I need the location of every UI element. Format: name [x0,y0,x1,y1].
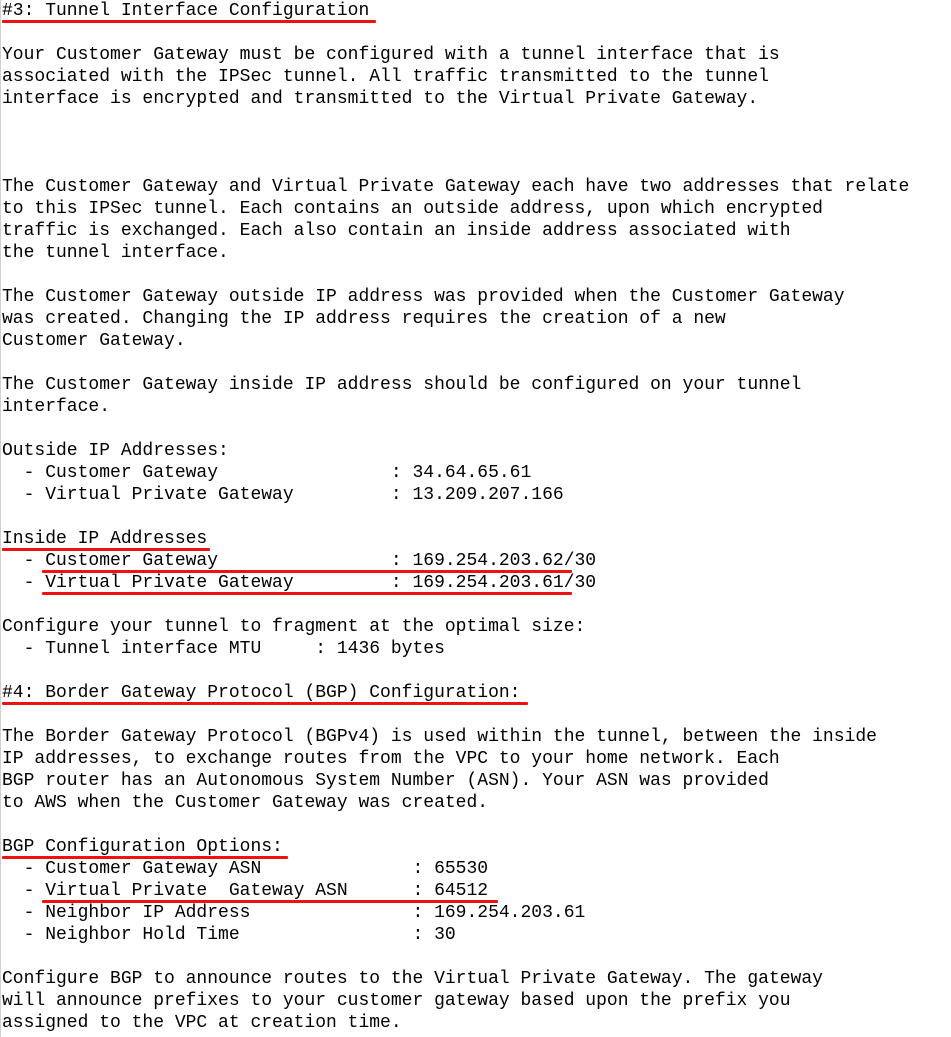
underline-inside-virtual-private-gateway [42,592,572,595]
left-border-rule [0,0,1,1037]
paragraph-line: will announce prefixes to your customer … [2,991,791,1011]
paragraph-line: interface is encrypted and transmitted t… [2,89,759,109]
paragraph-line: the tunnel interface. [2,243,229,263]
underline-bgp-options-heading [2,856,288,859]
paragraph-line: Customer Gateway. [2,331,186,351]
paragraph-line: BGP router has an Autonomous System Numb… [2,771,769,791]
paragraph-line: to AWS when the Customer Gateway was cre… [2,793,489,813]
inside-ip-customer-gateway: - Customer Gateway : 169.254.203.62/30 [2,551,597,571]
paragraph-line: traffic is exchanged. Each also contain … [2,221,791,241]
outside-ip-virtual-private-gateway: - Virtual Private Gateway : 13.209.207.1… [2,485,564,505]
outside-ip-heading: Outside IP Addresses: [2,441,229,461]
bgp-neighbor-hold-time: - Neighbor Hold Time : 30 [2,925,456,945]
paragraph-line: The Customer Gateway and Virtual Private… [2,177,910,197]
section-4-heading: #4: Border Gateway Protocol (BGP) Config… [2,683,521,703]
paragraph-line: was created. Changing the IP address req… [2,309,726,329]
underline-section-3-heading [2,20,376,23]
paragraph-line: Configure BGP to announce routes to the … [2,969,823,989]
paragraph-line: associated with the IPSec tunnel. All tr… [2,67,769,87]
paragraph-line: The Border Gateway Protocol (BGPv4) is u… [2,727,877,747]
bgp-options-heading: BGP Configuration Options: [2,837,283,857]
underline-virtual-private-gateway-asn [42,900,498,903]
bgp-customer-gateway-asn: - Customer Gateway ASN : 65530 [2,859,489,879]
paragraph-line: assigned to the VPC at creation time. [2,1013,402,1033]
underline-inside-ip-heading [2,548,210,551]
paragraph-line: IP addresses, to exchange routes from th… [2,749,780,769]
paragraph-line: The Customer Gateway outside IP address … [2,287,845,307]
underline-inside-customer-gateway [42,570,572,573]
section-3-heading: #3: Tunnel Interface Configuration [2,1,370,21]
config-document: #3: Tunnel Interface Configuration Your C… [2,0,909,1034]
underline-section-4-heading [2,702,528,705]
tunnel-mtu-line: - Tunnel interface MTU : 1436 bytes [2,639,445,659]
outside-ip-customer-gateway: - Customer Gateway : 34.64.65.61 [2,463,532,483]
paragraph-line: Your Customer Gateway must be configured… [2,45,780,65]
bgp-neighbor-ip-address: - Neighbor IP Address : 169.254.203.61 [2,903,586,923]
paragraph-line: interface. [2,397,111,417]
bgp-virtual-private-gateway-asn: - Virtual Private Gateway ASN : 64512 [2,881,489,901]
inside-ip-heading: Inside IP Addresses [2,529,208,549]
paragraph-line: The Customer Gateway inside IP address s… [2,375,802,395]
inside-ip-virtual-private-gateway: - Virtual Private Gateway : 169.254.203.… [2,573,597,593]
paragraph-line: to this IPSec tunnel. Each contains an o… [2,199,823,219]
paragraph-line: Configure your tunnel to fragment at the… [2,617,586,637]
